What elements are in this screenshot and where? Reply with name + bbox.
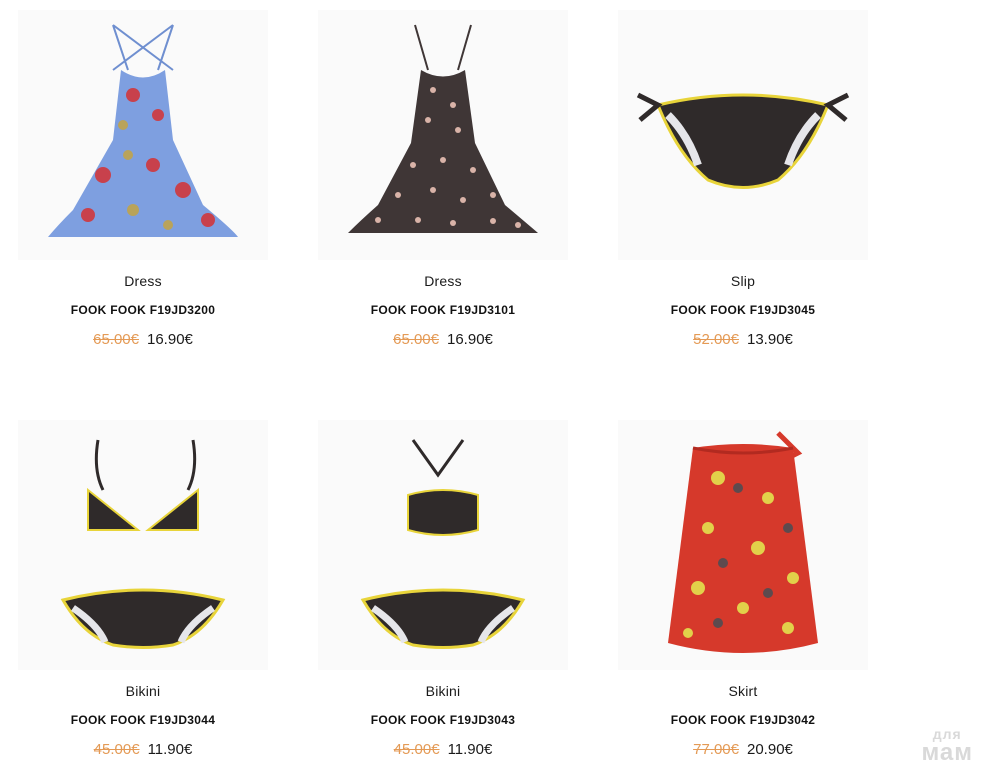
price-row: 65.00€ 16.90€ [318,331,568,348]
product-category: Slip [730,273,756,289]
sale-price: 16.90€ [447,331,493,348]
price-row: 45.00€ 11.90€ [318,741,568,758]
product-title[interactable]: FOOK FOOK F19JD3042 [618,713,868,727]
old-price: 45.00€ [93,741,140,758]
brown-pattern-dress-icon [348,24,538,233]
price-row: 77.00€ 20.90€ [618,741,868,758]
old-price: 52.00€ [693,331,739,348]
watermark-bottom-text: мам [921,739,973,766]
watermark-logo: для мам [921,727,973,765]
product-title[interactable]: FOOK FOOK F19JD3043 [318,713,568,727]
product-category: Bikini [125,683,161,699]
product-title[interactable]: FOOK FOOK F19JD3101 [318,303,568,317]
product-category: Bikini [425,683,461,699]
blue-floral-dress-icon [48,24,238,237]
product-title[interactable]: FOOK FOOK F19JD3044 [18,713,268,727]
price-row: 52.00€ 13.90€ [618,331,868,348]
product-image[interactable] [318,10,568,260]
price-row: 65.00€ 16.90€ [18,331,268,348]
product-image[interactable] [318,420,568,670]
product-grid: Dress FOOK FOOK F19JD3200 65.00€ 16.90€ [0,0,989,775]
product-image[interactable] [18,420,268,670]
sale-price: 16.90€ [147,331,193,348]
sale-price: 11.90€ [447,741,493,758]
product-title[interactable]: FOOK FOOK F19JD3200 [18,303,268,317]
old-price: 45.00€ [393,741,440,758]
old-price: 77.00€ [693,741,739,758]
product-category: Skirt [728,683,758,699]
product-category: Dress [424,273,462,289]
product-title[interactable]: FOOK FOOK F19JD3045 [618,303,868,317]
sale-price: 20.90€ [747,741,793,758]
red-floral-skirt-icon [668,430,818,653]
product-category: Dress [124,273,162,289]
old-price: 65.00€ [393,331,439,348]
sale-price: 13.90€ [747,331,793,348]
product-image[interactable] [18,10,268,260]
old-price: 65.00€ [93,331,139,348]
sale-price: 11.90€ [147,741,193,758]
bandeau-bikini-icon [360,439,526,649]
product-image[interactable] [618,10,868,260]
bikini-bottom-icon [636,92,850,189]
price-row: 45.00€ 11.90€ [18,741,268,758]
product-image[interactable] [618,420,868,670]
triangle-bikini-icon [60,439,226,649]
